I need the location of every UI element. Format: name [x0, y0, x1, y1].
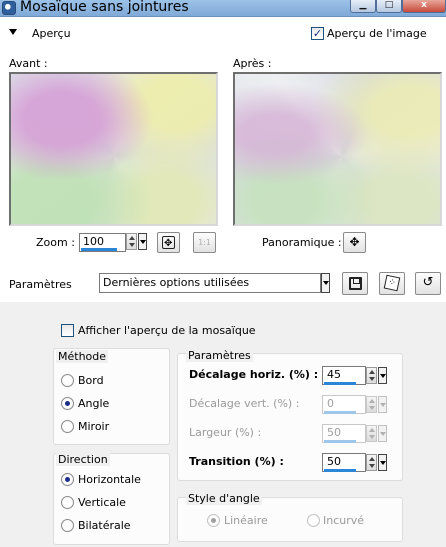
direction-label-bilaterale[interactable]: Bilatérale: [78, 519, 131, 532]
preset-dropdown-arrow[interactable]: [321, 273, 330, 293]
spin-down-icon[interactable]: [369, 464, 375, 468]
spin-up-icon[interactable]: [369, 428, 375, 432]
after-preview-image[interactable]: [233, 72, 442, 226]
app-icon: [2, 1, 16, 15]
before-label: Avant :: [9, 57, 48, 70]
offset-horizontal-dropdown[interactable]: [378, 367, 387, 384]
reset-button[interactable]: ↺: [415, 272, 441, 295]
collapse-arrow-icon[interactable]: [9, 29, 17, 35]
show-preview-label[interactable]: Aperçu de l'image: [327, 27, 427, 40]
spin-up-icon[interactable]: [369, 399, 375, 403]
fit-icon: [162, 234, 175, 253]
offset-horizontal-bar[interactable]: [324, 382, 356, 385]
direction-radio-verticale[interactable]: [61, 496, 74, 509]
method-label-miroir[interactable]: Miroir: [78, 420, 109, 433]
spin-down-icon[interactable]: [369, 406, 375, 410]
offset-vertical-dropdown[interactable]: [378, 396, 387, 413]
close-icon: x: [421, 0, 427, 10]
presets-label: Paramètres: [9, 278, 72, 291]
angle-style-group-title: Style d'angle: [186, 492, 262, 505]
offset-vertical-bar[interactable]: [324, 411, 356, 414]
zoom-spinner[interactable]: [126, 233, 137, 250]
zoom-label: Zoom :: [36, 236, 75, 249]
method-group-title: Méthode: [56, 350, 109, 363]
width-dropdown[interactable]: [378, 425, 387, 442]
direction-radio-horizontale[interactable]: [61, 473, 74, 486]
offset-horizontal-label: Décalage horiz. (%) :: [189, 368, 319, 381]
save-icon: [349, 277, 362, 290]
offset-vertical-label: Décalage vert. (%) :: [189, 397, 300, 410]
after-label: Après :: [233, 57, 272, 70]
before-preview-image[interactable]: [9, 72, 218, 226]
minimize-button[interactable]: ▁: [350, 0, 376, 13]
width-label: Largeur (%) :: [189, 426, 262, 439]
method-label-angle[interactable]: Angle: [78, 397, 109, 410]
method-radio-miroir[interactable]: [61, 420, 74, 433]
zoom-level-bar[interactable]: [81, 248, 117, 251]
save-preset-button[interactable]: [342, 272, 368, 295]
angle-style-label-lineaire[interactable]: Linéaire: [224, 514, 268, 527]
spin-up-icon[interactable]: [369, 370, 375, 374]
reset-icon: ↺: [422, 275, 434, 290]
direction-label-verticale[interactable]: Verticale: [78, 496, 126, 509]
spin-down-icon[interactable]: [129, 243, 135, 247]
offset-vertical-spinner[interactable]: [366, 396, 377, 413]
direction-radio-bilaterale[interactable]: [61, 519, 74, 532]
maximize-button[interactable]: □: [376, 0, 402, 13]
method-radio-angle[interactable]: [61, 397, 74, 410]
spin-down-icon[interactable]: [369, 435, 375, 439]
dice-icon: ⁘: [383, 274, 401, 292]
mosaic-preview-checkbox[interactable]: [61, 324, 74, 337]
preset-select[interactable]: Dernières options utilisées: [99, 273, 321, 293]
transition-spinner[interactable]: [366, 454, 377, 471]
method-label-bord[interactable]: Bord: [78, 374, 104, 387]
window-title: Mosaïque sans jointures: [20, 0, 189, 15]
zoom-dropdown-arrow[interactable]: [138, 233, 147, 250]
parameters-group-title: Paramètres: [186, 349, 253, 362]
width-spinner[interactable]: [366, 425, 377, 442]
preview-section-label[interactable]: Aperçu: [32, 27, 71, 40]
spin-up-icon[interactable]: [369, 457, 375, 461]
angle-style-radio-incurve[interactable]: [307, 514, 320, 527]
transition-dropdown[interactable]: [378, 454, 387, 471]
zoom-to-fit-button[interactable]: [157, 232, 180, 253]
transition-label: Transition (%) :: [189, 455, 284, 468]
direction-group-title: Direction: [56, 453, 110, 466]
spin-down-icon[interactable]: [369, 377, 375, 381]
show-preview-checkbox[interactable]: ✓: [311, 27, 324, 40]
transition-bar[interactable]: [324, 469, 356, 472]
angle-style-radio-lineaire[interactable]: [207, 514, 220, 527]
spin-up-icon[interactable]: [129, 236, 135, 240]
direction-label-horizontale[interactable]: Horizontale: [78, 473, 141, 486]
mosaic-preview-label[interactable]: Afficher l'aperçu de la mosaïque: [78, 324, 256, 337]
offset-horizontal-spinner[interactable]: [366, 367, 377, 384]
angle-style-label-incurve[interactable]: Incurvé: [323, 514, 364, 527]
zoom-actual-size-button[interactable]: 1:1: [193, 232, 216, 253]
width-bar[interactable]: [324, 440, 356, 443]
pan-button[interactable]: ✥: [343, 232, 366, 253]
pan-label: Panoramique :: [262, 236, 342, 249]
method-radio-bord[interactable]: [61, 374, 74, 387]
close-button[interactable]: x: [402, 0, 446, 13]
move-icon: ✥: [349, 235, 360, 249]
randomize-button[interactable]: ⁘: [379, 272, 405, 295]
